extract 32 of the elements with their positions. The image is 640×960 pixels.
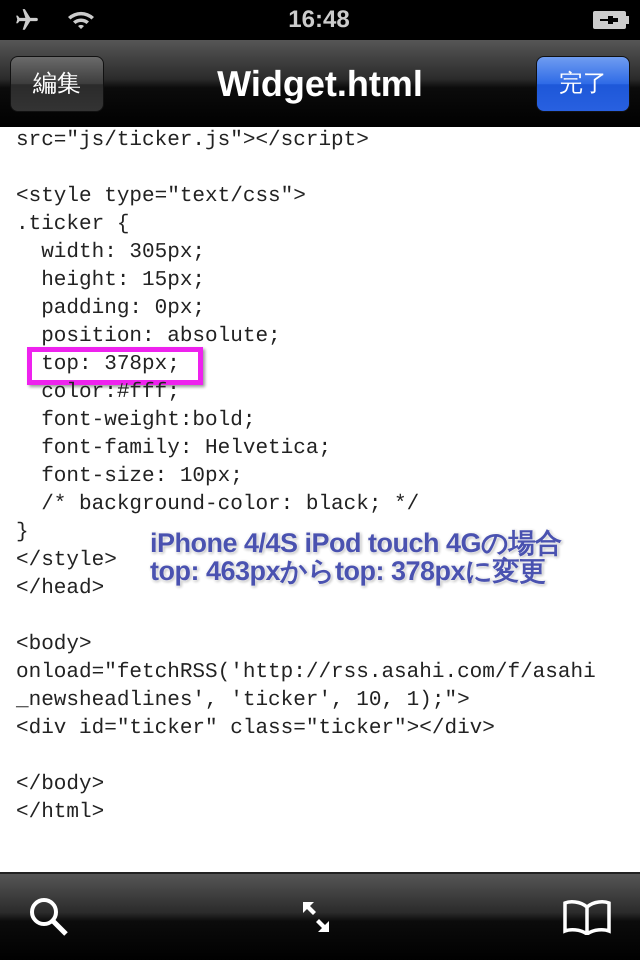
code-line: .ticker { xyxy=(16,213,130,236)
code-line: padding: 0px; xyxy=(40,297,206,320)
expand-arrows-icon[interactable] xyxy=(301,900,331,934)
code-line: </html> xyxy=(16,801,104,824)
code-line: color:#fff; xyxy=(40,381,180,404)
code-line: </head> xyxy=(16,577,104,600)
code-line: /* background-color: black; */ xyxy=(40,493,420,516)
window-title: Widget.html xyxy=(217,62,423,106)
book-icon[interactable] xyxy=(562,899,612,935)
code-line: } xyxy=(16,521,29,544)
code-line: top: 378px; xyxy=(40,353,180,376)
code-line: font-size: 10px; xyxy=(40,465,243,488)
code-line: font-weight:bold; xyxy=(40,409,256,432)
code-line: _newsheadlines', 'ticker', 10, 1);"> xyxy=(16,689,470,712)
edit-button[interactable]: 編集 xyxy=(10,56,104,112)
code-line: font-family: Helvetica; xyxy=(40,437,332,460)
code-line: position: absolute; xyxy=(40,325,281,348)
code-line: onload="fetchRSS('http://rss.asahi.com/f/asahi xyxy=(16,661,596,684)
search-icon[interactable] xyxy=(28,896,70,938)
annotation-text: iPhone 4/4S iPod touch 4Gの場合 xyxy=(150,529,562,557)
code-line: src="js/ticker.js"></script> xyxy=(16,129,369,152)
code-line: <body> xyxy=(16,633,92,656)
code-line: <div id="ticker" class="ticker"></div> xyxy=(16,717,495,740)
annotation-text: top: 463pxからtop: 378pxに変更 xyxy=(150,557,546,585)
code-line: </style> xyxy=(16,549,117,572)
battery-charging-icon xyxy=(592,10,630,30)
done-button[interactable]: 完了 xyxy=(536,56,630,112)
code-line: height: 15px; xyxy=(40,269,206,292)
code-line: <style type="text/css"> xyxy=(16,185,306,208)
clock-time: 16:48 xyxy=(287,5,351,35)
code-line: </body> xyxy=(16,773,104,796)
code-line: width: 305px; xyxy=(40,241,206,264)
